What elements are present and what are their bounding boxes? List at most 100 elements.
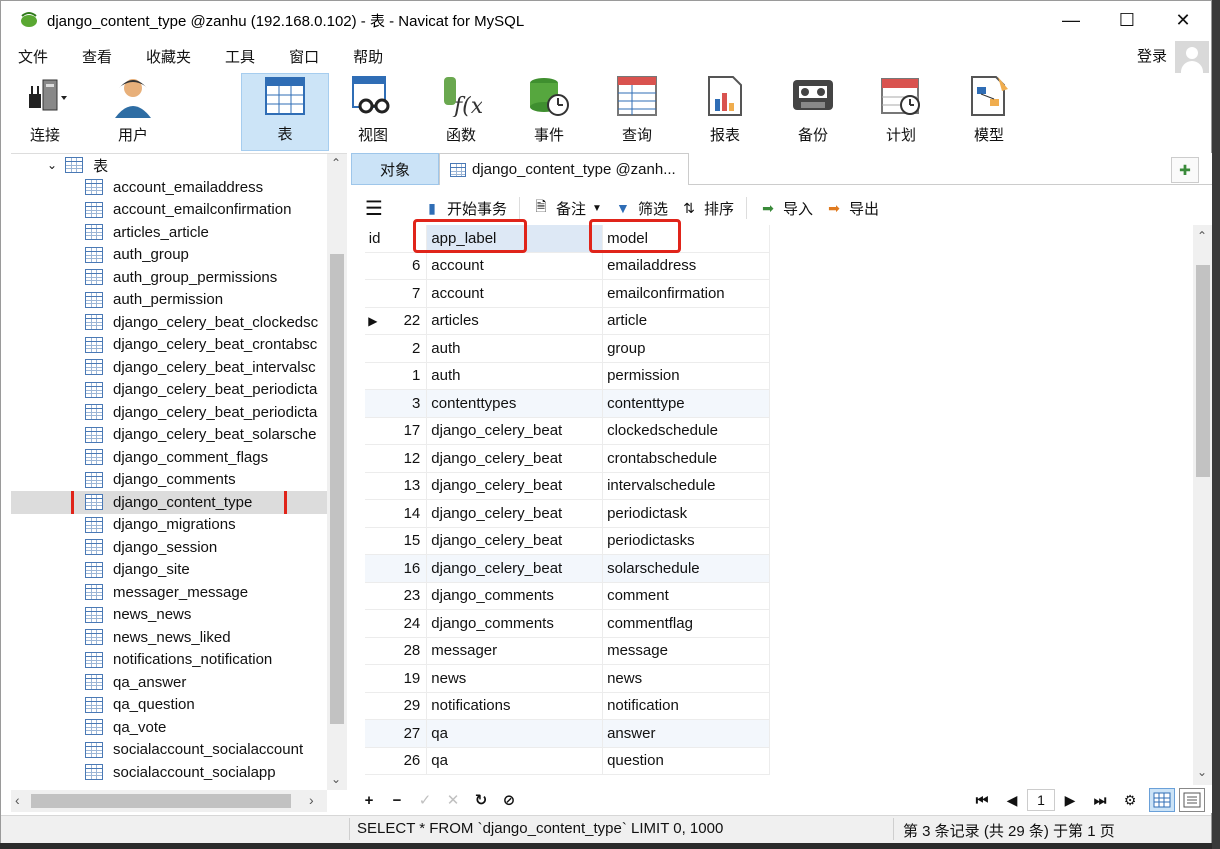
tree-item-table[interactable]: qa_question [11,694,327,717]
scroll-up-icon[interactable]: ⌃ [1197,229,1207,243]
cell-app-label[interactable]: contenttypes [426,390,602,417]
tree-item-table[interactable]: django_celery_beat_solarsche [11,424,327,447]
stop-button[interactable]: ⊘ [495,791,523,809]
toolbar-report[interactable]: 报表 [681,73,769,151]
cell-model[interactable]: emailaddress [602,252,770,279]
tree-item-table[interactable]: news_news_liked [11,626,327,649]
toolbar-query[interactable]: 查询 [593,73,681,151]
row-selector[interactable] [365,610,381,637]
cell-model[interactable]: periodictasks [602,527,770,554]
cell-app-label[interactable]: django_celery_beat [426,445,602,472]
discard-changes-button[interactable]: ✕ [439,791,467,809]
cell-id[interactable]: 15 [381,532,426,549]
tab-django-content-type[interactable]: django_content_type @zanh... [439,153,689,185]
cell-app-label[interactable]: news [426,665,602,692]
tree-item-table[interactable]: django_comment_flags [11,446,327,469]
tree-horizontal-scrollbar[interactable]: ‹ › [11,790,327,812]
cell-app-label[interactable]: auth [426,335,602,362]
cell-model[interactable]: group [602,335,770,362]
menu-tools[interactable]: 工具 [214,46,266,67]
cell-model[interactable]: notification [602,692,770,719]
tree-item-table[interactable]: socialaccount_socialapp [11,761,327,784]
previous-page-icon[interactable]: ◀ [997,792,1027,809]
close-button[interactable]: ✕ [1155,1,1211,39]
grid-vertical-scrollbar[interactable]: ⌃ ⌄ [1193,225,1213,785]
cell-id[interactable]: 6 [381,257,426,274]
cell-app-label[interactable]: notifications [426,692,602,719]
tree-vertical-scrollbar[interactable]: ⌃ ⌄ [327,154,347,790]
cell-id[interactable]: 2 [381,340,426,357]
row-selector[interactable] [365,665,381,692]
cell-app-label[interactable]: qa [426,747,602,774]
tree-item-table[interactable]: django_content_type [11,491,327,514]
table-row[interactable]: 3 contenttypes contenttype [365,390,770,418]
table-row[interactable]: 7 account emailconfirmation [365,280,770,308]
cell-app-label[interactable]: auth [426,362,602,389]
cell-id[interactable]: 16 [381,560,426,577]
cell-model[interactable]: contenttype [602,390,770,417]
tree-item-table[interactable]: account_emailconfirmation [11,199,327,222]
row-selector[interactable] [365,748,381,775]
menu-icon[interactable]: ☰ [365,198,389,220]
export-button[interactable]: ➡ 导出 [825,198,879,219]
cell-id[interactable]: 12 [381,450,426,467]
row-selector[interactable] [365,693,381,720]
cell-model[interactable]: clockedschedule [602,417,770,444]
tree-item-table[interactable]: django_session [11,536,327,559]
column-header-id[interactable]: id [365,230,411,247]
tree-item-table[interactable]: auth_group [11,244,327,267]
table-row[interactable]: 19 news news [365,665,770,693]
table-row[interactable]: 29 notifications notification [365,692,770,720]
filter-button[interactable]: ▼ 筛选 [614,198,668,219]
tree-item-table[interactable]: messager_message [11,581,327,604]
cell-app-label[interactable]: django_celery_beat [426,417,602,444]
toolbar-table[interactable]: 表 [241,73,329,151]
cell-id[interactable]: 27 [381,725,426,742]
gear-icon[interactable]: ⚙ [1115,792,1145,809]
toolbar-user[interactable]: 用户 [89,73,177,151]
toolbar-schedule[interactable]: 计划 [857,73,945,151]
cell-app-label[interactable]: django_comments [426,582,602,609]
row-selector[interactable] [365,363,381,390]
begin-transaction-button[interactable]: ▮ 开始事务 [423,198,507,219]
tab-objects[interactable]: 对象 [351,153,439,185]
first-page-icon[interactable]: ⏮ [967,792,997,809]
memo-button[interactable]: 🗎 备注 ▼ [532,198,602,219]
tree-item-table[interactable]: auth_permission [11,289,327,312]
tree-item-table[interactable]: django_celery_beat_periodicta [11,379,327,402]
cell-app-label[interactable]: django_celery_beat [426,555,602,582]
cell-id[interactable]: 13 [381,477,426,494]
cell-app-label[interactable]: django_celery_beat [426,472,602,499]
toolbar-function[interactable]: f(x) 函数 [417,73,505,151]
cell-model[interactable]: emailconfirmation [602,280,770,307]
row-selector[interactable] [365,473,381,500]
cell-app-label[interactable]: django_celery_beat [426,500,602,527]
row-selector[interactable] [365,720,381,747]
row-selector[interactable] [365,555,381,582]
table-row[interactable]: 13 django_celery_beat intervalschedule [365,472,770,500]
table-row[interactable]: 17 django_celery_beat clockedschedule [365,417,770,445]
cell-app-label[interactable]: account [426,280,602,307]
tree-item-table[interactable]: socialaccount_socialaccount [11,739,327,762]
scrollbar-thumb[interactable] [31,794,291,808]
cell-id[interactable]: 23 [381,587,426,604]
cell-model[interactable]: answer [602,720,770,747]
table-row[interactable]: 26 qa question [365,747,770,775]
menu-help[interactable]: 帮助 [342,46,394,67]
scroll-right-icon[interactable]: › [309,792,314,808]
tree-item-table[interactable]: django_celery_beat_crontabsc [11,334,327,357]
table-row[interactable]: 23 django_comments comment [365,582,770,610]
cell-id[interactable]: 7 [381,285,426,302]
cell-id[interactable]: 29 [381,697,426,714]
row-selector[interactable] [365,418,381,445]
cell-app-label[interactable]: django_celery_beat [426,527,602,554]
scroll-left-icon[interactable]: ‹ [15,792,20,808]
maximize-button[interactable]: ☐ [1099,1,1155,39]
tree-item-table[interactable]: auth_group_permissions [11,266,327,289]
cell-id[interactable]: 24 [381,615,426,632]
row-selector[interactable] [365,280,381,307]
cell-model[interactable]: news [602,665,770,692]
cell-app-label[interactable]: articles [426,307,602,334]
avatar[interactable] [1175,41,1209,73]
tree-item-table[interactable]: django_celery_beat_clockedsc [11,311,327,334]
